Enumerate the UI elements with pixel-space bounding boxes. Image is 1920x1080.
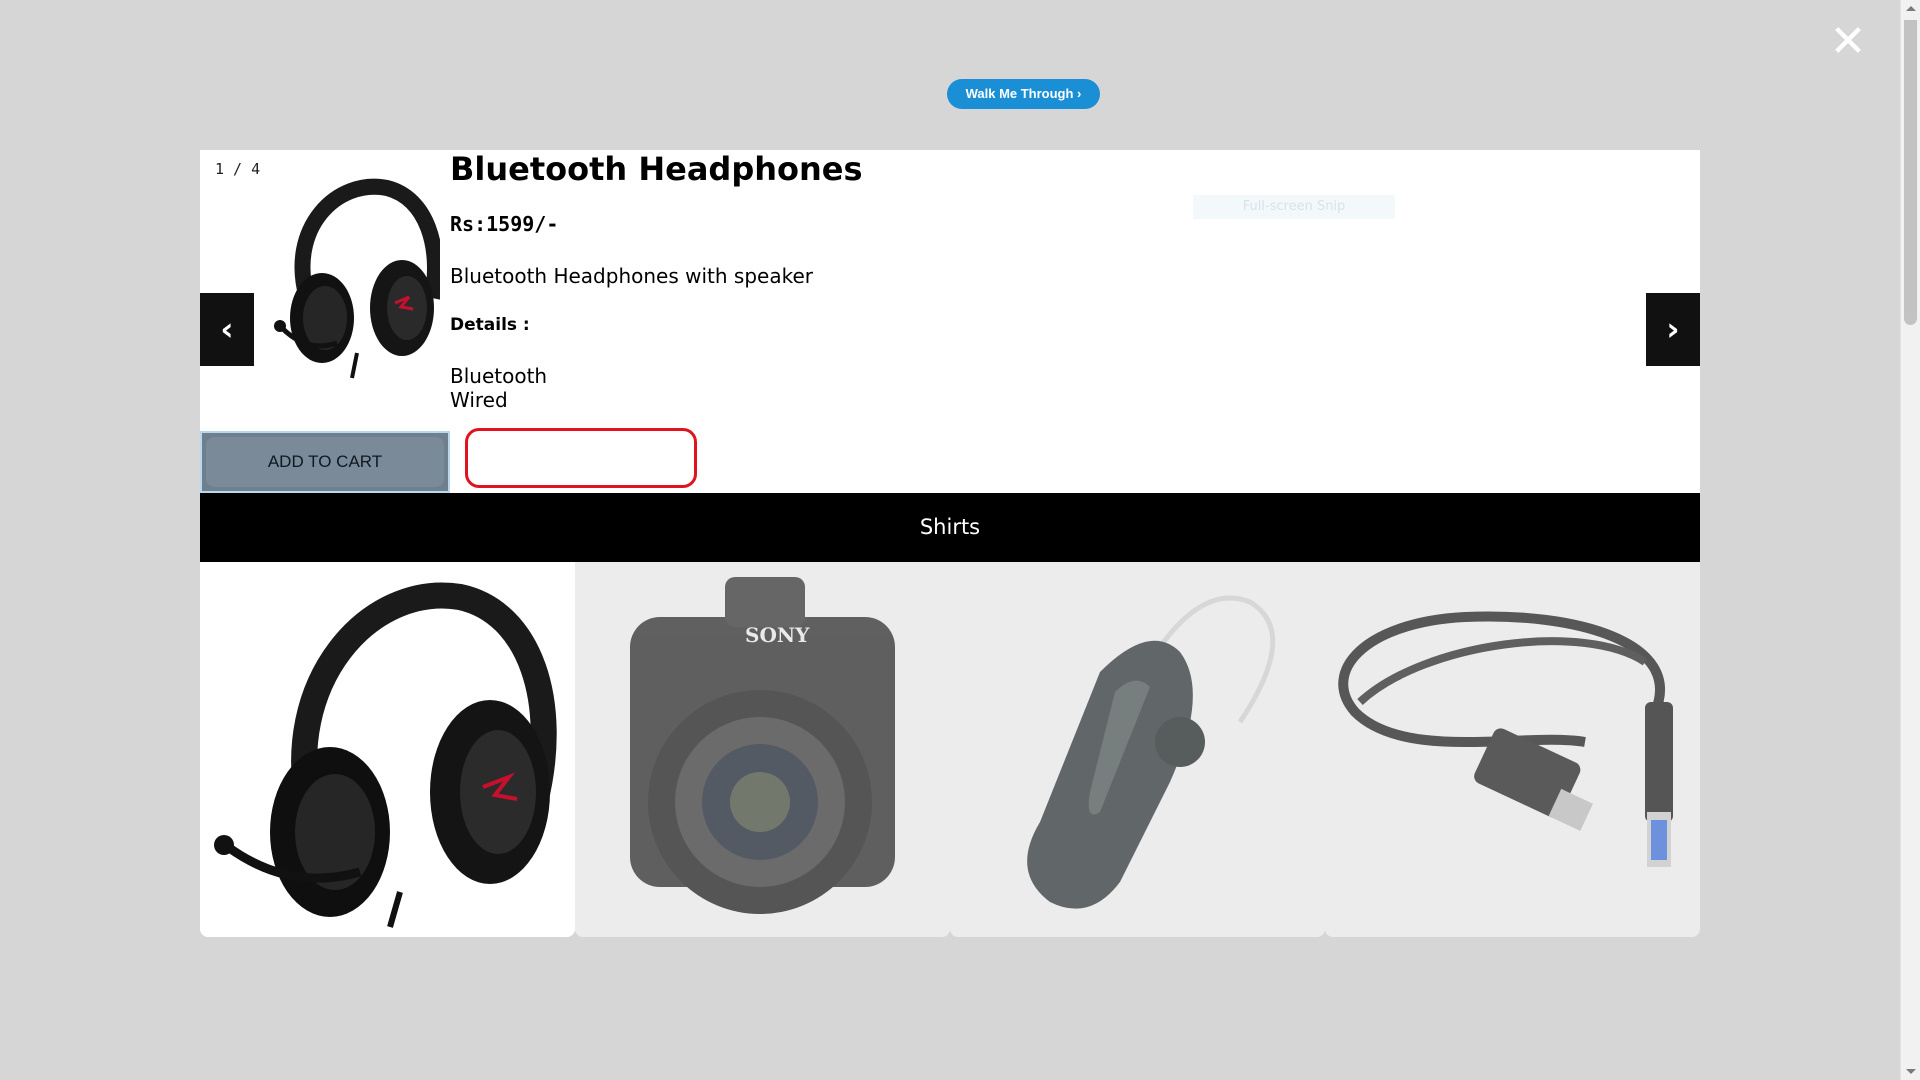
svg-text:SONY: SONY (745, 623, 810, 647)
thumbnail-bluetooth-earpiece[interactable] (950, 562, 1325, 937)
product-title: Bluetooth Headphones (450, 150, 863, 188)
detail-item: Bluetooth (450, 364, 548, 388)
usb-cable-image (1338, 611, 1673, 867)
product-description: Bluetooth Headphones with speaker (450, 264, 813, 288)
snip-overlay-label: Full-screen Snip (1193, 195, 1395, 219)
detail-item: Wired (450, 388, 508, 412)
walk-me-through-button[interactable]: Walk Me Through › (947, 79, 1100, 109)
earpiece-image (1027, 595, 1276, 909)
product-detail-panel: 1 / 4 Bluetooth Headphones Rs:1599/- Blu… (200, 150, 1700, 493)
previous-arrow-icon[interactable]: ‹ (200, 293, 254, 366)
highlighted-empty-button[interactable] (465, 428, 697, 488)
scroll-down-icon[interactable] (1906, 1069, 1916, 1074)
category-title: Shirts (919, 515, 981, 539)
headphones-image (214, 582, 557, 928)
camera-image: SONY (630, 577, 895, 914)
thumbnail-headphones[interactable] (200, 562, 575, 937)
page-scrollbar[interactable] (1900, 0, 1920, 1080)
thumbnail-usb-cable[interactable] (1325, 562, 1700, 937)
details-label: Details : (450, 315, 530, 335)
add-to-cart-button[interactable]: ADD TO CART (200, 431, 450, 493)
product-price: Rs:1599/- (450, 212, 559, 236)
product-thumbnails: SONY (200, 562, 1700, 937)
close-icon[interactable]: ✕ (1828, 20, 1868, 64)
image-counter: 1 / 4 (215, 160, 261, 178)
next-arrow-icon[interactable]: › (1646, 293, 1700, 366)
category-title-bar: Shirts (200, 493, 1700, 562)
scroll-up-icon[interactable] (1906, 6, 1916, 11)
thumbnail-camera[interactable]: SONY (575, 562, 950, 937)
scrollbar-thumb[interactable] (1904, 20, 1917, 325)
add-to-cart-label: ADD TO CART (267, 452, 383, 471)
product-main-image (274, 178, 440, 379)
